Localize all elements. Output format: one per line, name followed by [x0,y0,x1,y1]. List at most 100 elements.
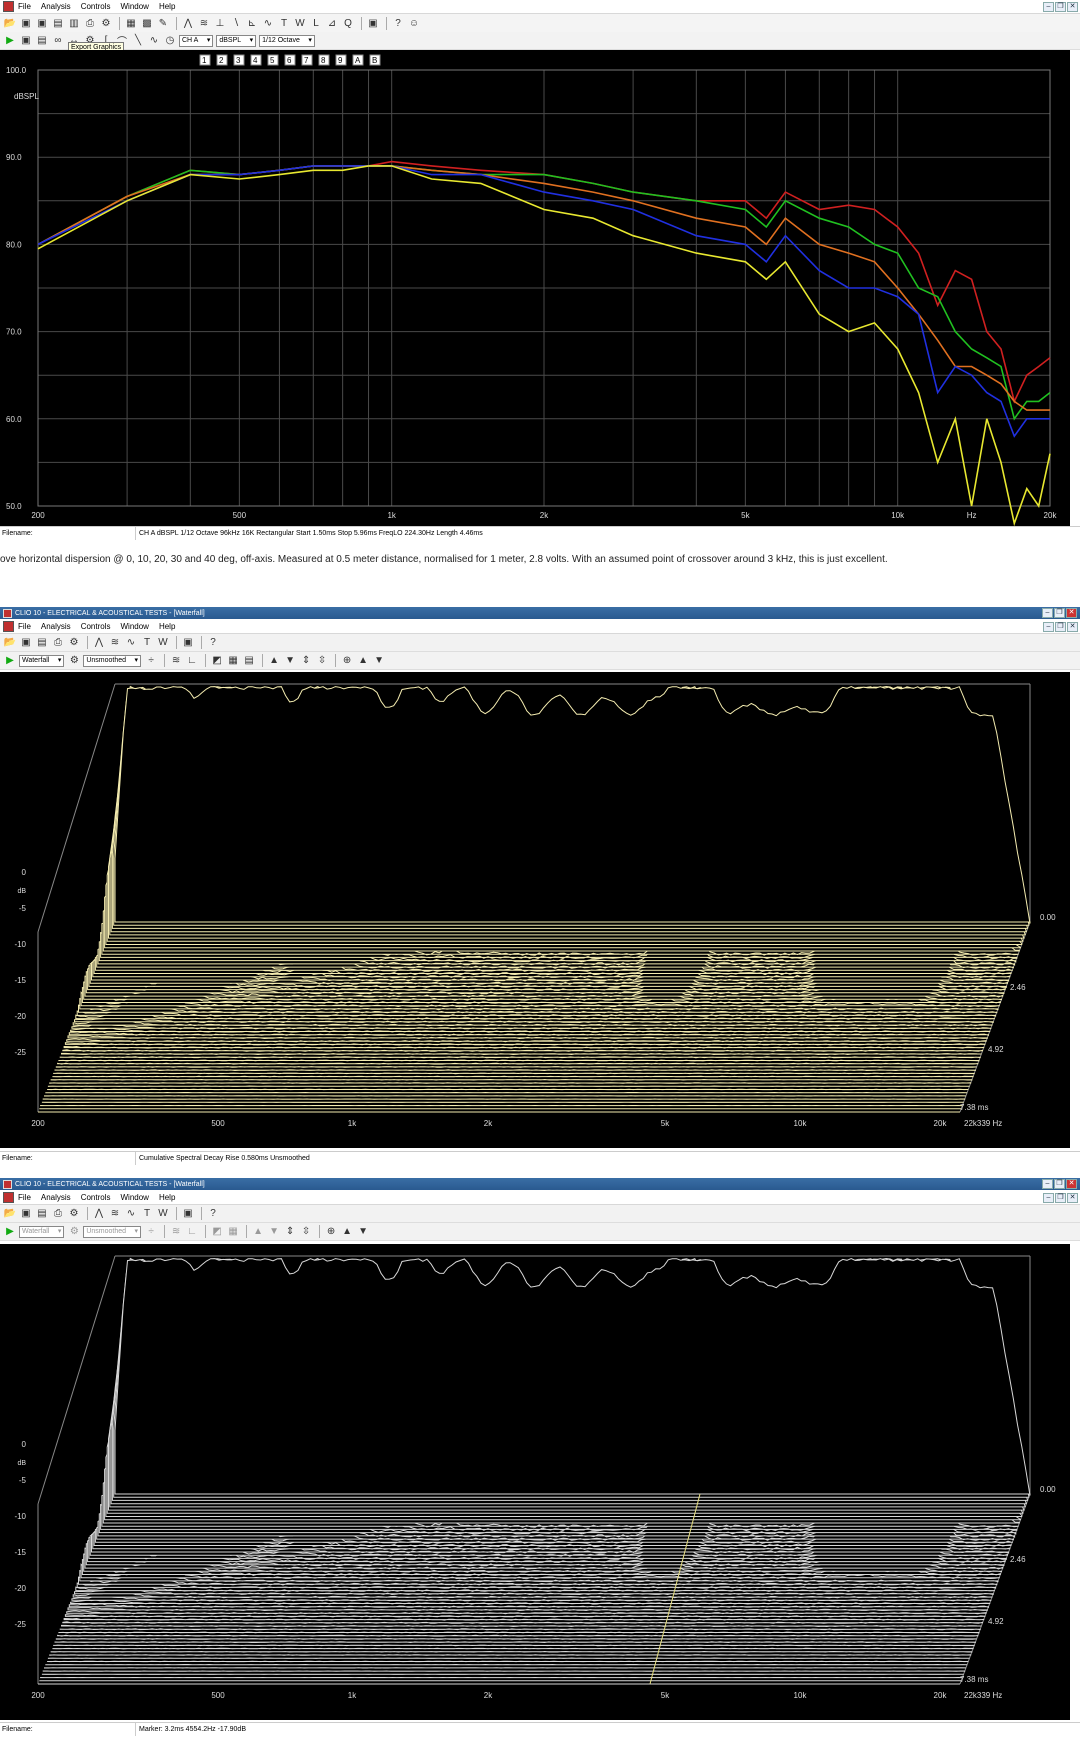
play-icon[interactable]: ▶ [3,34,17,48]
open-icon[interactable]: 📂 [3,17,17,31]
channel-select[interactable]: CH A [179,34,214,47]
close-icon[interactable]: ✕ [1067,621,1078,632]
waterfall-view-icon[interactable]: ≋ [169,654,183,668]
waterfall-view-icon[interactable]: ≋ [169,1225,183,1239]
marker-icon[interactable]: ⊕ [340,654,354,668]
fft-icon[interactable]: ⋀ [181,17,195,31]
save-icon[interactable]: ▣ [19,1207,33,1221]
impedance-icon[interactable]: ∖ [229,17,243,31]
menu-controls[interactable]: Controls [81,1193,111,1202]
copy-icon[interactable]: ▤ [51,17,65,31]
open-icon[interactable]: 📂 [3,1207,17,1221]
restore-icon[interactable]: ❐ [1055,1192,1066,1203]
marker-icon[interactable]: ⊕ [324,1225,338,1239]
display-icon[interactable]: ▣ [366,17,380,31]
rotate-icon[interactable]: ◩ [210,654,224,668]
leq-icon[interactable]: L [309,17,323,31]
fft-icon[interactable]: ⋀ [92,636,106,650]
copy-icon[interactable]: ▤ [35,1207,49,1221]
close-icon[interactable]: ✕ [1067,1,1078,12]
wavelet-icon[interactable]: ⊾ [245,17,259,31]
clock-icon[interactable]: ◷ [163,34,177,48]
sinusoidal-icon[interactable]: ⊥ [213,17,227,31]
waterfall-icon[interactable]: W [156,636,170,650]
fft-icon[interactable]: ⋀ [92,1207,106,1221]
menu-analysis[interactable]: Analysis [41,2,71,11]
restore-icon[interactable]: ❐ [1055,621,1066,632]
menu-controls[interactable]: Controls [81,622,111,631]
waterfall-plot-1[interactable]: 0 -5 -10 -15 -20 -25 dB 200 500 1k 2k 5k 10k 20k 22k33… [0,672,1070,1148]
ts-icon[interactable]: T [277,17,291,31]
help-icon[interactable]: ? [206,1207,220,1221]
axis-icon[interactable]: ∟ [185,654,199,668]
unit-select[interactable]: dBSPL [216,34,257,47]
down-icon[interactable]: ▼ [267,1225,281,1239]
phase-icon[interactable]: ∿ [147,34,161,48]
help-icon[interactable]: ? [206,636,220,650]
waterfall-plot-2[interactable]: 0 -5 -10 -15 -20 -25 dB 200 500 1k 2k 5k 10k 20k 22k33… [0,1244,1070,1720]
setup-icon[interactable]: ⚙ [67,1207,81,1221]
print-icon[interactable]: ⎙ [51,636,65,650]
save-icon[interactable]: ▣ [19,636,33,650]
mls-icon[interactable]: ≋ [108,1207,122,1221]
setup-icon[interactable]: ⚙ [67,636,81,650]
mls-icon[interactable]: ≋ [197,17,211,31]
axis-icon[interactable]: ∟ [185,1225,199,1239]
app-icon[interactable] [3,1192,14,1203]
marker-down-icon[interactable]: ▼ [356,1225,370,1239]
smoothing-select[interactable]: Unsmoothed [83,654,142,667]
export-graphics-icon[interactable]: ▤ [35,34,49,48]
rotate-icon[interactable]: ◩ [210,1225,224,1239]
sine-icon[interactable]: ∿ [124,1207,138,1221]
generator-icon[interactable]: ▩ [140,17,154,31]
display-icon[interactable]: ▣ [181,1207,195,1221]
cursor-icon[interactable]: ÷ [144,1225,158,1239]
probe-icon[interactable]: ✎ [156,17,170,31]
help-icon[interactable]: ? [391,17,405,31]
minimize-icon[interactable]: – [1043,1,1054,12]
mode-select[interactable]: Waterfall [19,654,65,667]
setup-icon[interactable]: ⚙ [99,17,113,31]
mode-select[interactable]: Waterfall [19,1225,65,1238]
up-icon[interactable]: ▲ [251,1225,265,1239]
ts-icon[interactable]: T [140,1207,154,1221]
about-icon[interactable]: ☺ [407,17,421,31]
menu-analysis[interactable]: Analysis [41,622,71,631]
collapse-icon[interactable]: ⇳ [299,1225,313,1239]
export-icon[interactable]: ▥ [67,17,81,31]
marker-up-icon[interactable]: ▲ [340,1225,354,1239]
play-icon[interactable]: ▶ [3,1225,17,1239]
menu-file[interactable]: File [18,1193,31,1202]
restore-icon[interactable]: ❐ [1054,1179,1065,1189]
app-icon[interactable] [3,621,14,632]
menu-help[interactable]: Help [159,2,175,11]
smoothing-select[interactable]: 1/12 Octave [259,34,315,47]
copy-icon[interactable]: ▤ [35,636,49,650]
save-icon[interactable]: ▣ [19,34,33,48]
frequency-response-plot[interactable]: 1 2 3 4 5 6 7 8 9 A B 100.0 90.0 80.0 70.0 60.0 50.0 dBSP… [0,50,1070,526]
minimize-icon[interactable]: – [1043,1192,1054,1203]
restore-icon[interactable]: ❐ [1054,608,1065,618]
menu-help[interactable]: Help [159,622,175,631]
save-icon[interactable]: ▣ [19,17,33,31]
rt60-icon[interactable]: ⊿ [325,17,339,31]
close-icon[interactable]: ✕ [1066,1179,1077,1189]
up-icon[interactable]: ▲ [267,654,281,668]
close-icon[interactable]: ✕ [1067,1192,1078,1203]
display-icon[interactable]: ▣ [181,636,195,650]
waterfall-icon[interactable]: W [156,1207,170,1221]
slope-icon[interactable]: ╲ [131,34,145,48]
cursor-icon[interactable]: ÷ [144,654,158,668]
expand-icon[interactable]: ⇕ [283,1225,297,1239]
menu-controls[interactable]: Controls [81,2,111,11]
minimize-icon[interactable]: – [1042,608,1053,618]
menu-file[interactable]: File [18,2,31,11]
expand-icon[interactable]: ⇕ [299,654,313,668]
qc-icon[interactable]: Q [341,17,355,31]
play-icon[interactable]: ▶ [3,654,17,668]
palette-icon[interactable]: ▦ [226,1225,240,1239]
menu-window[interactable]: Window [120,622,148,631]
app-icon[interactable] [3,1,14,12]
marker-up-icon[interactable]: ▲ [356,654,370,668]
open-icon[interactable]: 📂 [3,636,17,650]
